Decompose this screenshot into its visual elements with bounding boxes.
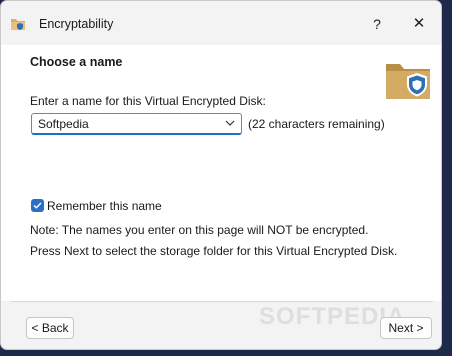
back-button[interactable]: < Back	[26, 317, 74, 339]
content-area	[1, 45, 441, 301]
characters-remaining: (22 characters remaining)	[248, 117, 385, 131]
remember-name-checkbox[interactable]	[31, 199, 44, 212]
encrypted-folder-icon	[386, 64, 430, 99]
dialog-window: Encryptability ? ✕ Choose a name Enter a…	[0, 0, 442, 350]
chevron-down-icon[interactable]	[223, 115, 237, 131]
remember-name-label[interactable]: Remember this name	[47, 199, 162, 213]
next-button[interactable]: Next >	[380, 317, 432, 339]
checkmark-icon	[33, 202, 42, 209]
help-button[interactable]: ?	[363, 11, 391, 37]
window-title: Encryptability	[39, 17, 114, 31]
instruction-text: Press Next to select the storage folder …	[30, 244, 398, 258]
disk-name-combobox[interactable]: Softpedia	[31, 113, 242, 135]
name-prompt: Enter a name for this Virtual Encrypted …	[30, 94, 266, 108]
title-bar: Encryptability ? ✕	[1, 1, 441, 45]
footer-divider	[11, 301, 433, 302]
page-heading: Choose a name	[30, 55, 123, 69]
note-text: Note: The names you enter on this page w…	[30, 223, 369, 237]
close-button[interactable]: ✕	[405, 11, 433, 37]
disk-name-value[interactable]: Softpedia	[38, 117, 89, 131]
app-icon	[11, 19, 25, 30]
